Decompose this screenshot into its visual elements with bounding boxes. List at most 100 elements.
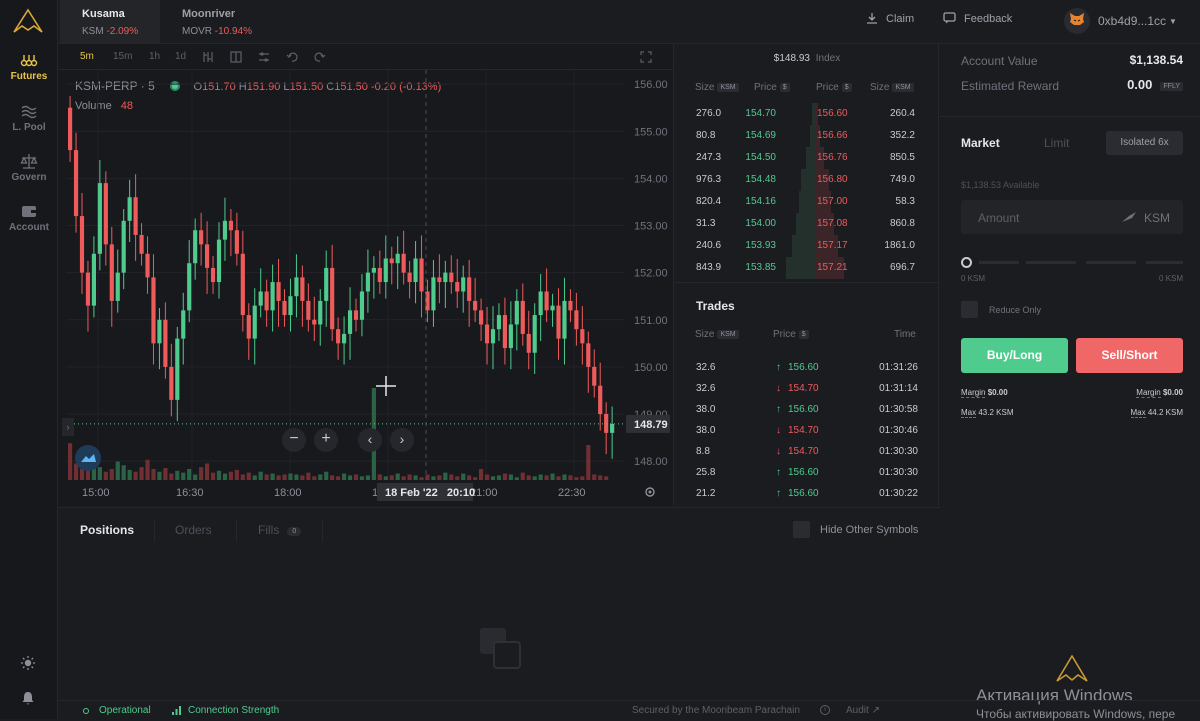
tab-orders[interactable]: Orders: [175, 523, 212, 537]
audit-link[interactable]: Audit ↗: [846, 705, 880, 716]
tab-market[interactable]: Market: [961, 136, 1000, 150]
zoom-out-button[interactable]: −: [282, 428, 306, 452]
wallet-button[interactable]: 0xb4d9...1cc ▼: [1064, 8, 1177, 34]
ksm-bird-icon: [1122, 212, 1136, 222]
nav-liquidity-pool[interactable]: L. Pool: [0, 103, 58, 133]
audit-label: Audit: [846, 705, 869, 716]
orderbook-row[interactable]: 80.8 154.69 156.66 352.2: [675, 125, 939, 147]
header-text: Price: [816, 82, 839, 93]
candle-body: [276, 282, 281, 301]
x-tick-label: 18:00: [274, 487, 302, 499]
volume-bar: [556, 476, 561, 480]
trade-row: 8.8 ↓ 154.70 01:30:30: [675, 441, 939, 463]
volume-bar: [502, 473, 507, 480]
tab-fills[interactable]: Fills 0: [258, 523, 302, 537]
market-tab-moonriver[interactable]: Moonriver MOVR -10.94%: [160, 0, 260, 44]
timeframe-1h[interactable]: 1h: [149, 51, 160, 62]
margin-mode-button[interactable]: Isolated 6x: [1106, 131, 1183, 155]
amount-input[interactable]: Amount KSM: [961, 200, 1183, 234]
candle-body: [288, 296, 293, 316]
chart-settings-gear-icon[interactable]: [643, 485, 657, 499]
indicators-icon[interactable]: [202, 51, 214, 63]
candle-body: [228, 220, 233, 231]
arrow-up-icon: ↑: [776, 488, 781, 499]
bell-icon[interactable]: [20, 690, 36, 706]
tab-positions[interactable]: Positions: [80, 523, 134, 537]
bid-price: 154.48: [745, 174, 776, 185]
zoom-in-button[interactable]: +: [314, 428, 338, 452]
volume-bar: [300, 475, 305, 480]
header-text: Price: [754, 82, 777, 93]
logo-icon[interactable]: [12, 8, 44, 34]
info-icon[interactable]: i: [820, 705, 830, 715]
feedback-icon: [943, 12, 956, 24]
scroll-left-button[interactable]: ‹: [358, 428, 382, 452]
orderbook-row[interactable]: 820.4 154.16 157.00 58.3: [675, 191, 939, 213]
nav-account[interactable]: Account: [0, 203, 58, 233]
bid-depth-bar: [799, 191, 815, 213]
nav-label: L. Pool: [12, 122, 46, 133]
volume-bar: [246, 472, 251, 480]
scroll-right-button[interactable]: ›: [390, 428, 414, 452]
slider-min-label: 0 KSM: [961, 274, 986, 283]
nav-govern[interactable]: Govern: [0, 153, 58, 183]
volume-bar: [205, 463, 210, 480]
theme-sun-icon[interactable]: [20, 655, 36, 671]
volume-bar: [383, 476, 388, 480]
orderbook-row[interactable]: 31.3 154.00 157.08 860.8: [675, 213, 939, 235]
slider-handle[interactable]: [961, 257, 972, 268]
candle-body: [68, 107, 73, 151]
orderbook-row[interactable]: 240.6 153.93 157.17 1861.0: [675, 235, 939, 257]
timeframe-15m[interactable]: 15m: [113, 51, 132, 62]
y-tick-label: 151.00: [634, 315, 668, 327]
volume-bar: [133, 471, 138, 480]
candle-body: [193, 230, 198, 264]
volume-bar: [193, 474, 198, 480]
positions-panel: Positions Orders Fills 0 Hide Other Symbo…: [58, 507, 940, 697]
sell-short-button[interactable]: Sell/Short: [1076, 338, 1183, 373]
max-label: Max: [961, 408, 977, 418]
amount-slider[interactable]: [961, 257, 1183, 268]
orderbook-row[interactable]: 976.3 154.48 156.80 749.0: [675, 169, 939, 191]
panel-expand-button[interactable]: ›: [62, 418, 74, 436]
hide-other-symbols-checkbox[interactable]: [793, 521, 810, 538]
redo-icon[interactable]: [314, 51, 326, 63]
trade-price: 156.60: [788, 404, 819, 415]
orderbook-row[interactable]: 247.3 154.50 156.76 850.5: [675, 147, 939, 169]
buy-long-button[interactable]: Buy/Long: [961, 338, 1068, 373]
feedback-button[interactable]: Feedback: [943, 12, 1012, 25]
nav-futures[interactable]: Futures: [0, 52, 58, 82]
reward-value: 0.00: [1127, 77, 1153, 92]
trades-header-size: Size KSM: [695, 329, 739, 340]
market-tab-kusama[interactable]: Kusama KSM -2.09%: [60, 0, 160, 44]
settings-sliders-icon[interactable]: [258, 51, 270, 63]
candle-body: [383, 258, 388, 283]
candle-body: [508, 324, 513, 349]
fullscreen-icon[interactable]: [640, 51, 652, 63]
timeframe-5m[interactable]: 5m: [80, 51, 94, 62]
layout-icon[interactable]: [230, 51, 242, 63]
volume-bar: [187, 468, 192, 480]
volume-bar: [550, 473, 555, 480]
candle-body: [294, 277, 299, 297]
orderbook-row[interactable]: 843.9 153.85 157.21 696.7: [675, 257, 939, 279]
download-icon: [867, 13, 877, 24]
bid-size: 31.3: [696, 218, 716, 229]
chart-panel[interactable]: 5m 15m 1h 1d KSM-PERP · 5 O151.70 H151.9…: [58, 44, 674, 506]
volume-bar: [580, 476, 585, 480]
undo-icon[interactable]: [286, 51, 298, 63]
orderbook-row[interactable]: 276.0 154.70 156.60 260.4: [675, 103, 939, 125]
claim-button[interactable]: Claim: [866, 12, 914, 25]
bid-price: 153.85: [745, 262, 776, 273]
bid-depth-bar: [796, 213, 815, 235]
wallet-icon: [22, 206, 36, 217]
timeframe-1d[interactable]: 1d: [175, 51, 186, 62]
tradingview-logo-icon[interactable]: [75, 445, 101, 471]
reduce-only-checkbox[interactable]: [961, 301, 978, 318]
candle-body: [353, 310, 359, 320]
tab-limit[interactable]: Limit: [1044, 136, 1069, 150]
nav-label: Govern: [11, 172, 47, 183]
volume-bar: [479, 468, 484, 480]
ask-size: 352.2: [889, 130, 915, 141]
bid-depth-bar: [801, 169, 815, 191]
